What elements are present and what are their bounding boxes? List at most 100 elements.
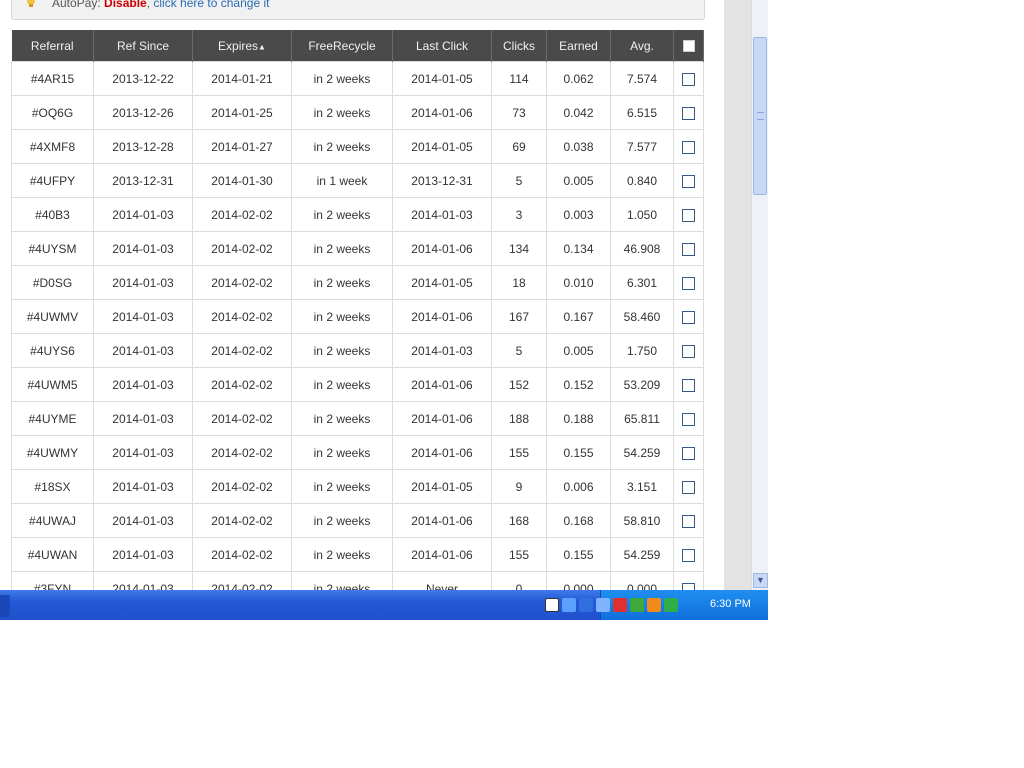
freerecycle-cell: in 1 week xyxy=(291,163,393,198)
ref-since-cell: 2013-12-26 xyxy=(93,95,193,130)
row-checkbox[interactable] xyxy=(682,310,695,324)
row-checkbox[interactable] xyxy=(682,276,695,290)
col-clicks[interactable]: Clicks xyxy=(491,30,547,62)
earned-cell: 0.000 xyxy=(546,571,611,590)
scroll-down-button[interactable]: ▼ xyxy=(753,573,768,588)
ref-since-cell: 2014-01-03 xyxy=(93,197,193,232)
back-arrow-icon[interactable] xyxy=(579,598,593,612)
clicks-cell: 168 xyxy=(491,503,547,538)
select-cell xyxy=(673,61,704,96)
clicks-cell: 69 xyxy=(491,129,547,164)
row-checkbox[interactable] xyxy=(682,514,695,528)
referral-cell: #4UWMV xyxy=(11,299,94,334)
expires-cell: 2014-02-02 xyxy=(192,299,292,334)
ref-since-cell: 2014-01-03 xyxy=(93,333,193,368)
select-all-checkbox[interactable] xyxy=(682,40,695,53)
row-checkbox[interactable] xyxy=(682,242,695,256)
page-content: AutoPay: Disable, click here to change i… xyxy=(0,0,724,590)
last-click-cell: 2014-01-06 xyxy=(392,95,492,130)
taskbar: 6:30 PM xyxy=(0,590,768,620)
select-cell xyxy=(673,503,704,538)
last-click-cell: 2014-01-05 xyxy=(392,61,492,96)
update-icon[interactable] xyxy=(630,598,644,612)
select-cell xyxy=(673,265,704,300)
col-expires-label: Expires xyxy=(218,38,259,53)
table-row: #4UWM5 2014-01-03 2014-02-02 in 2 weeks 2014… xyxy=(11,367,704,402)
table-row: #18SX 2014-01-03 2014-02-02 in 2 weeks 2014-… xyxy=(11,469,704,504)
vertical-scrollbar[interactable]: ▼ xyxy=(751,0,768,590)
earned-cell: 0.006 xyxy=(546,469,611,504)
select-cell xyxy=(673,197,704,232)
col-avg[interactable]: Avg. xyxy=(610,30,674,62)
clicks-cell: 167 xyxy=(491,299,547,334)
row-checkbox[interactable] xyxy=(682,208,695,222)
row-checkbox[interactable] xyxy=(682,106,695,120)
clicks-cell: 18 xyxy=(491,265,547,300)
row-checkbox[interactable] xyxy=(682,548,695,562)
row-checkbox[interactable] xyxy=(682,378,695,392)
last-click-cell: Never xyxy=(392,571,492,590)
select-cell xyxy=(673,333,704,368)
row-checkbox[interactable] xyxy=(682,582,695,590)
freerecycle-cell: in 2 weeks xyxy=(291,503,393,538)
autopay-text: AutoPay: Disable, click here to change i… xyxy=(52,0,269,10)
select-cell xyxy=(673,299,704,334)
earned-cell: 0.155 xyxy=(546,537,611,572)
col-freerecycle[interactable]: FreeRecycle xyxy=(291,30,393,62)
col-ref-since[interactable]: Ref Since xyxy=(93,30,193,62)
avg-cell: 53.209 xyxy=(610,367,674,402)
monitor-icon[interactable] xyxy=(596,598,610,612)
freerecycle-cell: in 2 weeks xyxy=(291,537,393,572)
ref-since-cell: 2014-01-03 xyxy=(93,367,193,402)
avg-cell: 6.515 xyxy=(610,95,674,130)
avg-cell: 65.811 xyxy=(610,401,674,436)
col-earned[interactable]: Earned xyxy=(546,30,611,62)
expires-cell: 2014-01-27 xyxy=(192,129,292,164)
referral-cell: #4UYS6 xyxy=(11,333,94,368)
table-row: #4UFPY 2013-12-31 2014-01-30 in 1 week 2013-… xyxy=(11,163,704,198)
row-checkbox[interactable] xyxy=(682,140,695,154)
help-icon[interactable] xyxy=(545,598,559,612)
row-checkbox[interactable] xyxy=(682,446,695,460)
row-checkbox[interactable] xyxy=(682,344,695,358)
referrals-table: Referral Ref Since Expires▲ FreeRecycle … xyxy=(11,30,704,590)
row-checkbox[interactable] xyxy=(682,412,695,426)
col-last-click[interactable]: Last Click xyxy=(392,30,492,62)
chevron-down-icon: ▼ xyxy=(756,575,765,585)
earned-cell: 0.038 xyxy=(546,129,611,164)
col-select-all xyxy=(673,30,704,62)
clock[interactable]: 6:30 PM xyxy=(710,598,751,610)
table-row: #3FYN 2014-01-03 2014-02-02 in 2 weeks Never… xyxy=(11,571,704,590)
change-autopay-link[interactable]: click here to change it xyxy=(153,0,269,10)
ref-since-cell: 2013-12-28 xyxy=(93,129,193,164)
freerecycle-cell: in 2 weeks xyxy=(291,61,393,96)
referral-cell: #D0SG xyxy=(11,265,94,300)
expires-cell: 2014-02-02 xyxy=(192,537,292,572)
drive-icon[interactable] xyxy=(664,598,678,612)
security-icon[interactable] xyxy=(613,598,627,612)
network-icon[interactable] xyxy=(562,598,576,612)
ref-since-cell: 2014-01-03 xyxy=(93,537,193,572)
col-expires[interactable]: Expires▲ xyxy=(192,30,292,62)
antivirus-icon[interactable] xyxy=(647,598,661,612)
clicks-cell: 5 xyxy=(491,163,547,198)
earned-cell: 0.062 xyxy=(546,61,611,96)
row-checkbox[interactable] xyxy=(682,174,695,188)
row-checkbox[interactable] xyxy=(682,480,695,494)
table-row: #D0SG 2014-01-03 2014-02-02 in 2 weeks 2014-… xyxy=(11,265,704,300)
expires-cell: 2014-02-02 xyxy=(192,367,292,402)
ref-since-cell: 2014-01-03 xyxy=(93,435,193,470)
autopay-notice: AutoPay: Disable, click here to change i… xyxy=(11,0,705,20)
expires-cell: 2014-02-02 xyxy=(192,435,292,470)
ref-since-cell: 2014-01-03 xyxy=(93,299,193,334)
last-click-cell: 2014-01-06 xyxy=(392,231,492,266)
col-referral[interactable]: Referral xyxy=(11,30,94,62)
freerecycle-cell: in 2 weeks xyxy=(291,571,393,590)
earned-cell: 0.005 xyxy=(546,163,611,198)
ref-since-cell: 2014-01-03 xyxy=(93,401,193,436)
ref-since-cell: 2013-12-31 xyxy=(93,163,193,198)
scrollbar-thumb[interactable] xyxy=(753,37,767,195)
ref-since-cell: 2014-01-03 xyxy=(93,503,193,538)
referral-cell: #4XMF8 xyxy=(11,129,94,164)
row-checkbox[interactable] xyxy=(682,72,695,86)
